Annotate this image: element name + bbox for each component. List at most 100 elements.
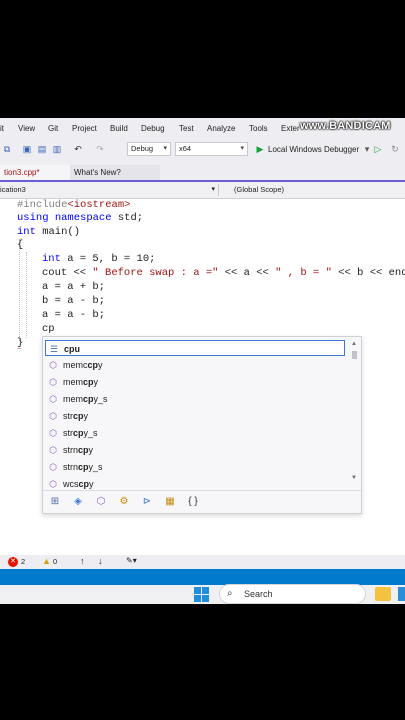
completion-item[interactable]: ⬡ strncpy_s bbox=[45, 459, 345, 475]
completion-label: strncpy_s bbox=[63, 462, 103, 472]
indent-guide bbox=[19, 239, 20, 341]
menu-bar: it View Git Project Build Debug Test Ana… bbox=[0, 118, 405, 138]
save-icon[interactable]: ▤ bbox=[37, 144, 47, 154]
completion-scrollbar[interactable]: ▲ ▼ bbox=[351, 341, 358, 481]
menu-view[interactable]: View bbox=[18, 124, 35, 133]
function-cube-icon: ⬡ bbox=[49, 377, 57, 387]
tab-source-file[interactable]: tion3.cpp* bbox=[0, 165, 70, 180]
menu-analyze[interactable]: Analyze bbox=[207, 124, 235, 133]
code-line-3: int main() bbox=[17, 226, 81, 238]
windows-taskbar: ⌕ Search bbox=[0, 584, 405, 604]
completion-item[interactable]: ⬡ memcpy_s bbox=[45, 391, 345, 407]
visual-studio-window: it View Git Project Build Debug Test Ana… bbox=[0, 118, 405, 604]
function-cube-icon: ⬡ bbox=[49, 428, 57, 438]
search-icon: ⌕ bbox=[227, 588, 233, 599]
menu-tools[interactable]: Tools bbox=[249, 124, 268, 133]
code-line-8: b = a - b; bbox=[42, 295, 106, 307]
taskbar-search-box[interactable]: ⌕ Search bbox=[219, 584, 366, 604]
menu-test[interactable]: Test bbox=[179, 124, 194, 133]
completion-item[interactable]: ⬡ strcpy_s bbox=[45, 425, 345, 441]
completion-label: memcpy bbox=[63, 377, 99, 387]
status-bar bbox=[0, 569, 405, 585]
chevron-down-icon: ▾ bbox=[163, 145, 167, 152]
windows-start-icon[interactable] bbox=[194, 587, 209, 602]
code-line-5: int a = 5, b = 10; bbox=[42, 253, 156, 265]
code-line-2: using namespace std; bbox=[17, 212, 144, 224]
hot-reload-icon[interactable]: ↻ bbox=[390, 144, 400, 154]
completion-item[interactable]: ⬡ strcpy bbox=[45, 408, 345, 424]
menu-edit[interactable]: it bbox=[0, 124, 4, 133]
code-cleanup-icon[interactable]: ✎▾ bbox=[126, 556, 137, 565]
save-all-icon[interactable]: ▥ bbox=[52, 144, 62, 154]
scroll-down-icon[interactable]: ▼ bbox=[351, 475, 357, 481]
warning-icon[interactable]: ▲ bbox=[42, 556, 51, 566]
start-without-debugging-icon[interactable]: ▷ bbox=[373, 144, 383, 154]
bandicam-watermark: www.BANDICAM bbox=[300, 120, 391, 132]
navigation-bar: ication3 ▾ (Global Scope) bbox=[0, 182, 405, 199]
function-cube-icon: ⬡ bbox=[49, 360, 57, 370]
file-explorer-icon[interactable] bbox=[375, 587, 391, 601]
filter-namespaces-icon[interactable]: ◈ bbox=[72, 496, 84, 508]
menu-git[interactable]: Git bbox=[48, 124, 58, 133]
completion-label: memccpy bbox=[63, 360, 103, 370]
new-item-icon[interactable]: ⧉ bbox=[2, 144, 12, 154]
code-editor[interactable]: #include<iostream> using namespace std; … bbox=[0, 199, 405, 555]
previous-issue-icon[interactable]: ↑ bbox=[80, 556, 85, 566]
tab-whats-new-label: What's New? bbox=[74, 168, 121, 177]
code-line-4: { bbox=[17, 239, 24, 251]
taskbar-app-icon[interactable] bbox=[398, 587, 405, 601]
filter-keywords-icon[interactable]: { } bbox=[187, 496, 199, 508]
redo-icon[interactable]: ↷ bbox=[95, 144, 105, 154]
search-placeholder: Search bbox=[244, 589, 273, 599]
completion-filter-bar: ⊞ ◈ ⬡ ⚙ ⊳ ▦ { } bbox=[43, 490, 361, 513]
tab-whats-new[interactable]: What's New? bbox=[70, 165, 160, 180]
code-line-9: a = a - b; bbox=[42, 309, 106, 321]
next-issue-icon[interactable]: ↓ bbox=[98, 556, 103, 566]
chevron-down-icon: ▾ bbox=[240, 145, 244, 152]
code-line-1: #include<iostream> bbox=[17, 199, 131, 211]
run-debugger-button[interactable]: Local Windows Debugger bbox=[268, 145, 359, 154]
filter-snippets-icon[interactable]: ⊞ bbox=[49, 496, 61, 508]
filter-classes-icon[interactable]: ▦ bbox=[164, 496, 176, 508]
error-icon[interactable]: ✕ bbox=[8, 557, 18, 567]
warning-count[interactable]: 0 bbox=[53, 557, 57, 566]
editor-status-strip: ✕ 2 ▲ 0 ↑ ↓ ✎▾ bbox=[0, 555, 405, 569]
toolbar: ⧉ ▣ ▤ ▥ ↶ ↷ Debug ▾ x64 ▾ ▶ Local Window… bbox=[0, 138, 405, 162]
completion-item[interactable]: ⬡ memccpy bbox=[45, 357, 345, 373]
project-dropdown[interactable]: ication3 ▾ bbox=[0, 184, 219, 196]
project-name: ication3 bbox=[0, 185, 26, 194]
document-tabs: tion3.cpp* What's New? bbox=[0, 162, 405, 182]
code-line-10: cp bbox=[42, 323, 55, 335]
scroll-up-icon[interactable]: ▲ bbox=[351, 341, 357, 347]
filter-types-icon[interactable]: ⚙ bbox=[118, 496, 130, 508]
platform-value: x64 bbox=[179, 144, 192, 153]
platform-select[interactable]: x64 ▾ bbox=[175, 142, 248, 156]
completion-label: cpu bbox=[64, 344, 81, 354]
play-icon[interactable]: ▶ bbox=[255, 144, 265, 154]
scrollbar-thumb[interactable] bbox=[352, 351, 357, 359]
indent-guide bbox=[26, 252, 27, 338]
run-dropdown-icon[interactable]: ▾ bbox=[362, 144, 372, 154]
function-cube-icon: ⬡ bbox=[49, 411, 57, 421]
menu-extensions[interactable]: Exter bbox=[281, 124, 300, 133]
completion-label: memcpy_s bbox=[63, 394, 108, 404]
function-cube-icon: ⬡ bbox=[49, 462, 57, 472]
completion-item[interactable]: ⬡ memcpy bbox=[45, 374, 345, 390]
menu-debug[interactable]: Debug bbox=[141, 124, 165, 133]
undo-icon[interactable]: ↶ bbox=[73, 144, 83, 154]
scope-dropdown[interactable]: (Global Scope) bbox=[226, 184, 405, 196]
completion-item[interactable]: ⬡ strncpy bbox=[45, 442, 345, 458]
code-line-7: a = a + b; bbox=[42, 281, 106, 293]
configuration-select[interactable]: Debug ▾ bbox=[127, 142, 171, 156]
tab-source-file-label: tion3.cpp* bbox=[4, 168, 40, 177]
menu-project[interactable]: Project bbox=[72, 124, 97, 133]
filter-functions-icon[interactable]: ⬡ bbox=[95, 496, 107, 508]
open-file-icon[interactable]: ▣ bbox=[22, 144, 32, 154]
intellisense-popup: ☰ cpu ⬡ memccpy ⬡ memcpy ⬡ memcpy_s ⬡ strcpy… bbox=[42, 336, 362, 514]
completion-item-selected[interactable]: ☰ cpu bbox=[45, 340, 345, 356]
error-count[interactable]: 2 bbox=[21, 557, 25, 566]
filter-macros-icon[interactable]: ⊳ bbox=[141, 496, 153, 508]
menu-build[interactable]: Build bbox=[110, 124, 128, 133]
code-line-6: cout << " Before swap : a =" << a << " ,… bbox=[42, 267, 405, 279]
function-cube-icon: ⬡ bbox=[49, 479, 57, 489]
